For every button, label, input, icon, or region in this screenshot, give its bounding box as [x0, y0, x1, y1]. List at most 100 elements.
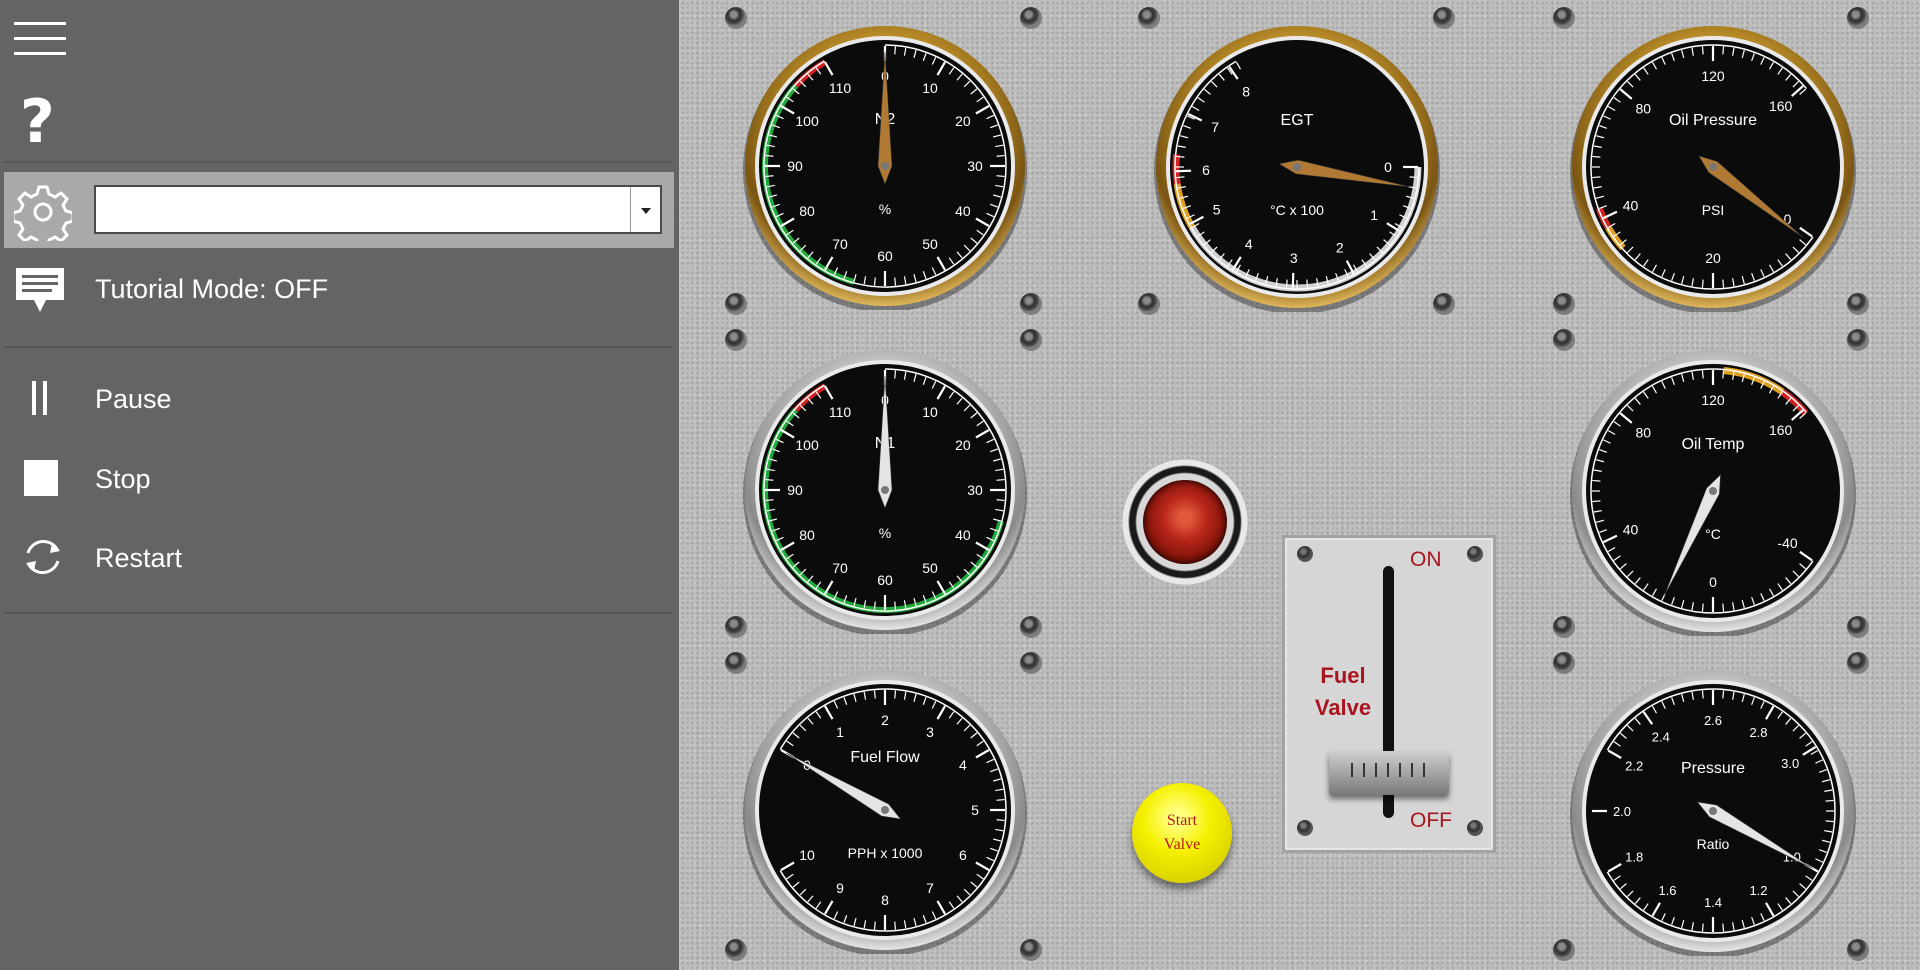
- gauge-tick-label: 8: [1242, 84, 1250, 100]
- gauge-tick-label: 6: [1202, 162, 1210, 178]
- gauge-tick-label: 120: [1701, 68, 1725, 84]
- gauge-tick-label: 100: [795, 113, 819, 129]
- gauge-tick-label: 160: [1769, 422, 1793, 438]
- gauge-tick-label: 10: [922, 404, 938, 420]
- fuel-valve-handle[interactable]: [1329, 751, 1449, 795]
- gauge-unit: PSI: [1702, 202, 1725, 218]
- gauge-tick-label: 10: [922, 80, 938, 96]
- gauge-tick-label: 110: [829, 404, 852, 420]
- gauge-tick-label: 80: [799, 203, 815, 219]
- fuel-valve-title-1: Fuel: [1320, 663, 1366, 688]
- gauge-tick-label: 10: [799, 847, 815, 863]
- gauge-title: Oil Pressure: [1669, 112, 1757, 129]
- gauge-tick-label: -40: [1777, 535, 1797, 551]
- gauge-tick-label: 3.0: [1781, 756, 1799, 771]
- gauge-tick-label: 100: [795, 437, 819, 453]
- gauge-tick-label: 1: [836, 724, 844, 740]
- pressure-ratio-gauge: 1.01.21.41.61.82.02.22.42.62.83.0Pressur…: [1570, 670, 1856, 956]
- gauge-tick-label: 1.2: [1749, 883, 1767, 898]
- gauge-tick-label: 40: [1623, 521, 1639, 537]
- fuel-on-label: ON: [1410, 548, 1442, 571]
- gauge-unit: %: [879, 201, 891, 217]
- gauge-tick-label: 20: [1705, 250, 1721, 266]
- gauge-tick-label: 7: [1211, 119, 1219, 135]
- fuel-off-label: OFF: [1410, 809, 1452, 832]
- gauge-tick-label: 2.8: [1749, 725, 1767, 740]
- gauge-tick-label: 2: [1336, 239, 1344, 255]
- gauge-tick-label: 2.2: [1625, 759, 1643, 774]
- gauge-title: Pressure: [1681, 760, 1745, 777]
- fuel-valve-title-2: Valve: [1314, 695, 1372, 720]
- gauge-tick-label: 110: [829, 80, 852, 96]
- gauge-tick-label: 70: [832, 560, 848, 576]
- gauge-tick-label: 50: [922, 560, 938, 576]
- dropdown-toggle[interactable]: [630, 187, 660, 232]
- stop-button[interactable]: Stop: [0, 446, 672, 510]
- gauge-unit: PPH x 1000: [848, 845, 923, 861]
- gauge-tick-label: 120: [1701, 392, 1725, 408]
- gauge-tick-label: 90: [787, 482, 803, 498]
- gauge-tick-label: 1: [1370, 207, 1378, 223]
- gauge-unit: Ratio: [1697, 836, 1730, 852]
- gauge-tick-label: 3: [1290, 250, 1298, 266]
- warning-light-lens: [1143, 480, 1227, 564]
- fuel-flow-gauge: 012345678910Fuel FlowPPH x 1000: [743, 670, 1027, 954]
- gear-icon[interactable]: [14, 183, 72, 241]
- start-valve-button[interactable]: Start Valve: [1132, 783, 1232, 883]
- gauge-tick-label: 20: [955, 113, 971, 129]
- gauge-tick-label: 80: [1636, 425, 1652, 441]
- chat-bubble-icon: [16, 268, 64, 312]
- fuel-valve-title: Fuel Valve: [1307, 660, 1379, 724]
- gauge-tick-label: 160: [1769, 98, 1793, 114]
- tutorial-mode-toggle[interactable]: Tutorial Mode: OFF: [0, 258, 672, 322]
- plate-screw: [1297, 820, 1313, 836]
- restart-label: Restart: [95, 543, 183, 573]
- plate-screw: [1297, 546, 1313, 562]
- gauge-tick-label: 50: [922, 236, 938, 252]
- n2-gauge: 0102030405060708090100110N2%: [743, 26, 1027, 310]
- gauge-unit: %: [879, 525, 891, 541]
- stop-label: Stop: [95, 464, 151, 494]
- gauge-tick-label: 6: [959, 847, 967, 863]
- gauge-tick-label: 3: [926, 724, 934, 740]
- gauge-tick-label: 5: [1213, 202, 1221, 218]
- gauge-tick-label: 5: [971, 802, 979, 818]
- pause-button[interactable]: Pause: [0, 366, 672, 430]
- gauge-title: Fuel Flow: [850, 749, 920, 766]
- plate-screw: [1467, 546, 1483, 562]
- gauge-title: EGT: [1281, 112, 1314, 129]
- warning-light[interactable]: [1122, 459, 1248, 585]
- divider: [4, 346, 672, 348]
- help-button[interactable]: ?: [20, 92, 55, 152]
- settings-dropdown[interactable]: [94, 185, 662, 234]
- pause-icon: [32, 381, 47, 415]
- oil-pressure-gauge: 0204080120160Oil PressurePSI: [1570, 26, 1856, 312]
- menu-icon[interactable]: [14, 22, 68, 56]
- gauge-tick-label: 8: [881, 892, 889, 908]
- divider: [4, 161, 672, 163]
- tutorial-mode-label: Tutorial Mode: OFF: [95, 274, 329, 304]
- gauge-tick-label: 40: [955, 203, 971, 219]
- chevron-down-icon: [641, 208, 651, 214]
- sidebar: ? Tutorial Mode: OFF Pause Stop Restart: [0, 0, 679, 970]
- gauge-unit: °C x 100: [1270, 202, 1324, 218]
- gauge-tick-label: 30: [967, 158, 983, 174]
- gauge-tick-label: 0: [1384, 159, 1392, 175]
- stop-icon: [24, 460, 58, 496]
- gauge-tick-label: 9: [836, 880, 844, 896]
- gauge-tick-label: 2.6: [1704, 713, 1722, 728]
- gauge-tick-label: 90: [787, 158, 803, 174]
- restart-button[interactable]: Restart: [0, 525, 672, 589]
- pause-label: Pause: [95, 384, 172, 414]
- gauge-tick-label: 2.4: [1652, 729, 1670, 744]
- gauge-tick-label: 2: [881, 712, 889, 728]
- gauge-tick-label: 1.8: [1625, 850, 1643, 865]
- gauge-tick-label: 0: [1709, 574, 1717, 590]
- start-valve-label-2: Valve: [1163, 836, 1201, 853]
- gauge-tick-label: 20: [955, 437, 971, 453]
- gauge-tick-label: 60: [877, 248, 893, 264]
- gauge-tick-label: 40: [1623, 197, 1639, 213]
- restart-icon: [26, 540, 60, 574]
- settings-row: [4, 172, 674, 248]
- gauge-unit: °C: [1705, 526, 1721, 542]
